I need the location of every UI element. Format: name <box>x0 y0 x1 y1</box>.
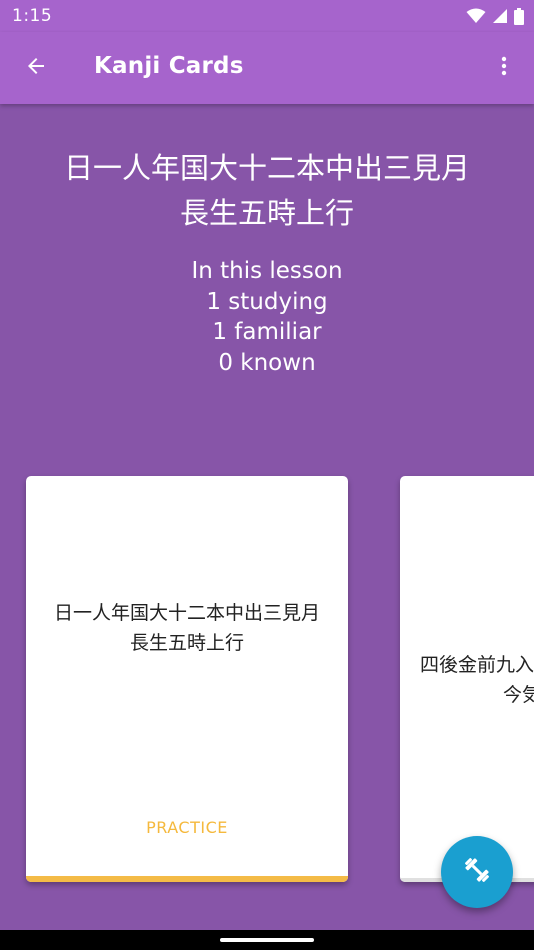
lesson-card[interactable]: 四後金前九入 今気 <box>400 476 534 882</box>
kanji-cards-screen: 1:15 Kanji Cards 日一人年国大十二本中出三見月 長生五時上行 I… <box>0 0 534 950</box>
card-kanji-line-1: 日一人年国大十二本中出三見月 <box>53 602 320 624</box>
lesson-kanji-line-1: 日一人年国大十二本中出三見月 <box>63 151 470 185</box>
overflow-menu-button[interactable] <box>482 46 526 90</box>
app-title: Kanji Cards <box>94 53 244 79</box>
practice-all-fab[interactable] <box>441 836 513 908</box>
app-bar: Kanji Cards <box>0 32 534 104</box>
system-nav-bar <box>0 930 534 950</box>
home-gesture-handle[interactable] <box>220 938 314 942</box>
lesson-kanji-title: 日一人年国大十二本中出三見月 長生五時上行 <box>20 146 514 236</box>
status-time: 1:15 <box>12 6 53 26</box>
status-bar: 1:15 <box>0 0 534 32</box>
battery-icon <box>514 7 524 25</box>
card-kanji: 四後金前九入 今気 <box>400 650 534 710</box>
card-kanji-line-2: 今気 <box>503 684 534 706</box>
lesson-stats: In this lesson 1 studying 1 familiar 0 k… <box>20 256 514 378</box>
back-button[interactable] <box>14 46 58 90</box>
stats-studying: 1 studying <box>206 288 328 315</box>
practice-button[interactable]: PRACTICE <box>26 818 348 837</box>
card-kanji-line-1: 四後金前九入 <box>420 654 534 676</box>
signal-icon <box>492 8 508 24</box>
card-progress-bar <box>26 876 348 882</box>
dumbbell-icon <box>462 855 492 889</box>
more-vert-icon <box>492 54 516 82</box>
lesson-card[interactable]: 日一人年国大十二本中出三見月 長生五時上行 PRACTICE <box>26 476 348 882</box>
wifi-icon <box>466 8 486 24</box>
card-kanji: 日一人年国大十二本中出三見月 長生五時上行 <box>40 598 334 658</box>
stats-heading: In this lesson <box>191 258 343 284</box>
status-icons <box>466 7 524 25</box>
card-kanji-line-2: 長生五時上行 <box>129 632 244 654</box>
stats-familiar: 1 familiar <box>212 319 322 345</box>
stats-known: 0 known <box>218 349 316 376</box>
lesson-kanji-line-2: 長生五時上行 <box>179 196 354 230</box>
arrow-back-icon <box>24 54 48 82</box>
